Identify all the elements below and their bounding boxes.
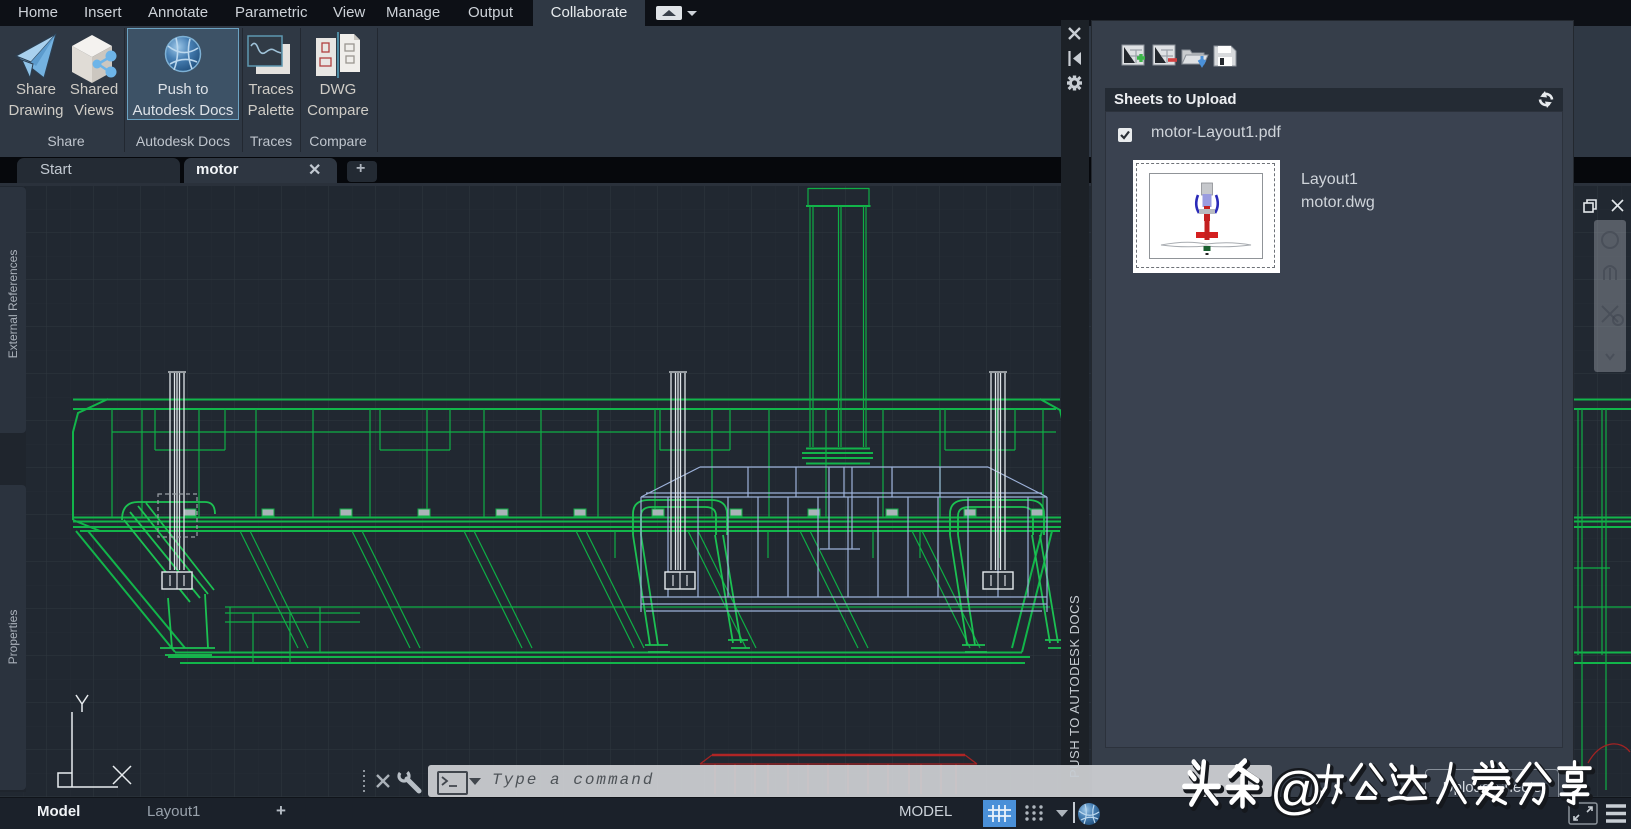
svg-text:@: @ — [1270, 762, 1323, 820]
svg-text:PUSH TO AUTODESK DOCS: PUSH TO AUTODESK DOCS — [1067, 595, 1082, 778]
